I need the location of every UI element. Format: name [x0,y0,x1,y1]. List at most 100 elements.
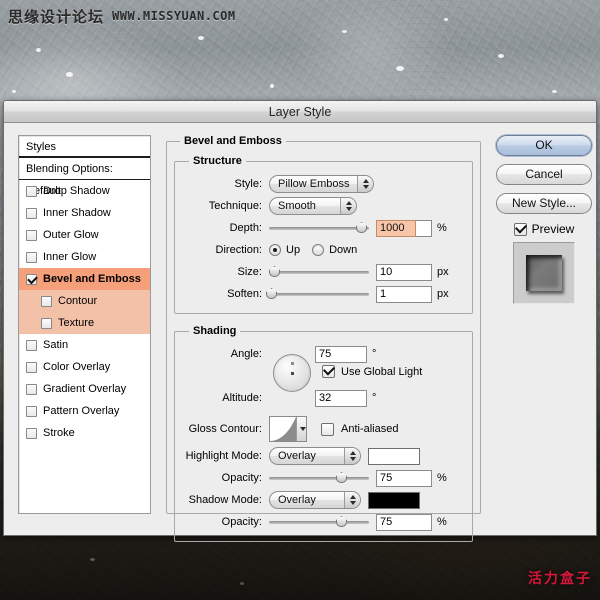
style-checkbox-6[interactable] [41,317,52,329]
watermark-top-text: 思缘设计论坛 [8,9,105,26]
bevel-and-emboss-legend: Bevel and Emboss [184,135,282,147]
depth-input-tail[interactable] [416,219,432,237]
gloss-contour-swatch[interactable] [269,416,307,442]
shading-group: Shading Angle: 75 ° Use Global Light Alt… [174,325,473,542]
angle-dial-marker [291,362,294,365]
style-checkbox-10[interactable] [26,405,37,417]
style-row-label: Bevel and Emboss [43,273,141,285]
highlight-mode-row: Highlight Mode: Overlay [183,445,464,467]
structure-group: Structure Style: Pillow Emboss Technique… [174,155,473,314]
direction-down-radio[interactable] [312,244,325,256]
chevron-updown-icon [344,448,360,464]
soften-slider[interactable] [266,286,369,302]
watermark-bottom: 活力盒子 [528,570,592,586]
style-row-contour[interactable]: Contour [19,290,150,312]
highlight-mode-select[interactable]: Overlay [269,447,361,465]
style-row-label: Color Overlay [43,361,111,373]
dialog-actions: OK Cancel New Style... Preview [496,135,592,304]
preview-toggle-row[interactable]: Preview [496,222,592,236]
style-checkbox-4[interactable] [26,273,37,285]
shadow-opacity-input[interactable]: 75 [376,513,432,531]
technique-select[interactable]: Smooth [269,197,357,215]
technique-label: Technique: [208,200,262,212]
watermark-top-url: WWW.MISSYUAN.COM [112,9,236,23]
size-slider-knob[interactable] [269,266,280,277]
shadow-color-swatch[interactable] [368,491,420,509]
style-row-inner-shadow[interactable]: Inner Shadow [19,202,150,224]
direction-label: Direction: [215,244,262,256]
chevron-updown-icon [357,176,373,192]
anti-aliased-row[interactable]: Anti-aliased [321,422,398,436]
preview-swatch [526,255,562,291]
style-row-outer-glow[interactable]: Outer Glow [19,224,150,246]
altitude-row: Altitude: 32 ° [183,387,376,409]
style-row-label: Drop Shadow [43,185,110,197]
dialog-titlebar[interactable]: Layer Style [4,101,596,123]
depth-row: Depth: 1000 % [183,217,464,239]
contour-dropdown-arrow[interactable] [296,417,306,441]
use-global-light-label: Use Global Light [341,365,423,378]
cancel-button[interactable]: Cancel [496,164,592,185]
use-global-light-row[interactable]: Use Global Light [322,365,422,378]
altitude-unit: ° [372,392,377,404]
style-row-label: Inner Shadow [43,207,111,219]
style-row-label: Gradient Overlay [43,383,127,395]
size-unit: px [437,266,449,278]
dialog-title: Layer Style [268,105,332,119]
shadow-opacity-slider[interactable] [269,514,369,530]
highlight-opacity-knob[interactable] [336,472,347,483]
highlight-mode-value: Overlay [278,450,316,462]
style-row-label: Stroke [43,427,75,439]
style-checkbox-1[interactable] [26,207,37,219]
ok-button[interactable]: OK [496,135,592,156]
style-row-bevel-and-emboss[interactable]: Bevel and Emboss [19,268,150,290]
direction-up-radio[interactable] [269,244,281,256]
anti-aliased-checkbox[interactable] [321,422,334,436]
depth-slider-knob[interactable] [356,222,367,233]
style-row-pattern-overlay[interactable]: Pattern Overlay [19,400,150,422]
altitude-input[interactable]: 32 [315,389,367,407]
soften-unit: px [437,288,449,300]
style-select[interactable]: Pillow Emboss [269,175,374,193]
style-row-label: Texture [58,317,95,329]
style-row-label: Outer Glow [43,229,99,241]
styles-list-panel: Styles Blending Options: Default Drop Sh… [18,135,151,514]
highlight-opacity-input[interactable]: 75 [376,469,432,487]
style-row-satin[interactable]: Satin [19,334,150,356]
shadow-opacity-knob[interactable] [336,516,347,527]
style-checkbox-7[interactable] [26,339,37,351]
depth-input[interactable]: 1000 [376,219,416,237]
style-checkbox-9[interactable] [26,383,37,395]
angle-input[interactable]: 75 [315,345,367,363]
style-checkbox-5[interactable] [41,295,52,307]
highlight-color-swatch[interactable] [368,447,420,465]
direction-down-label: Down [329,244,358,256]
shadow-mode-select[interactable]: Overlay [269,491,361,509]
styles-item-container: Drop Shadow Inner Shadow Outer Glow Inner G… [19,180,150,444]
use-global-light-checkbox[interactable] [322,365,335,378]
chevron-updown-icon [344,492,360,508]
depth-slider[interactable] [269,220,369,236]
style-checkbox-3[interactable] [26,251,37,263]
style-row-stroke[interactable]: Stroke [19,422,150,444]
style-row-gradient-overlay[interactable]: Gradient Overlay [19,378,150,400]
soften-input[interactable]: 1 [376,285,432,303]
direction-row: Direction: Up Down [183,239,464,261]
preview-checkbox[interactable] [513,222,527,236]
dialog-body: Styles Blending Options: Default Drop Sh… [4,123,596,542]
style-row-inner-glow[interactable]: Inner Glow [19,246,150,268]
style-checkbox-8[interactable] [26,361,37,373]
options-area: Bevel and Emboss Structure Style: Pillow… [166,135,481,542]
style-row-color-overlay[interactable]: Color Overlay [19,356,150,378]
style-checkbox-0[interactable] [26,185,37,197]
highlight-opacity-slider[interactable] [269,470,369,486]
blending-options-row[interactable]: Blending Options: Default [19,158,150,197]
style-row-texture[interactable]: Texture [19,312,150,334]
style-checkbox-11[interactable] [26,427,37,439]
style-checkbox-2[interactable] [26,229,37,241]
altitude-label: Altitude: [222,392,262,404]
shadow-mode-row: Shadow Mode: Overlay [183,489,464,511]
new-style-button[interactable]: New Style... [496,193,592,214]
size-slider[interactable] [269,264,369,280]
size-input[interactable]: 10 [376,263,432,281]
